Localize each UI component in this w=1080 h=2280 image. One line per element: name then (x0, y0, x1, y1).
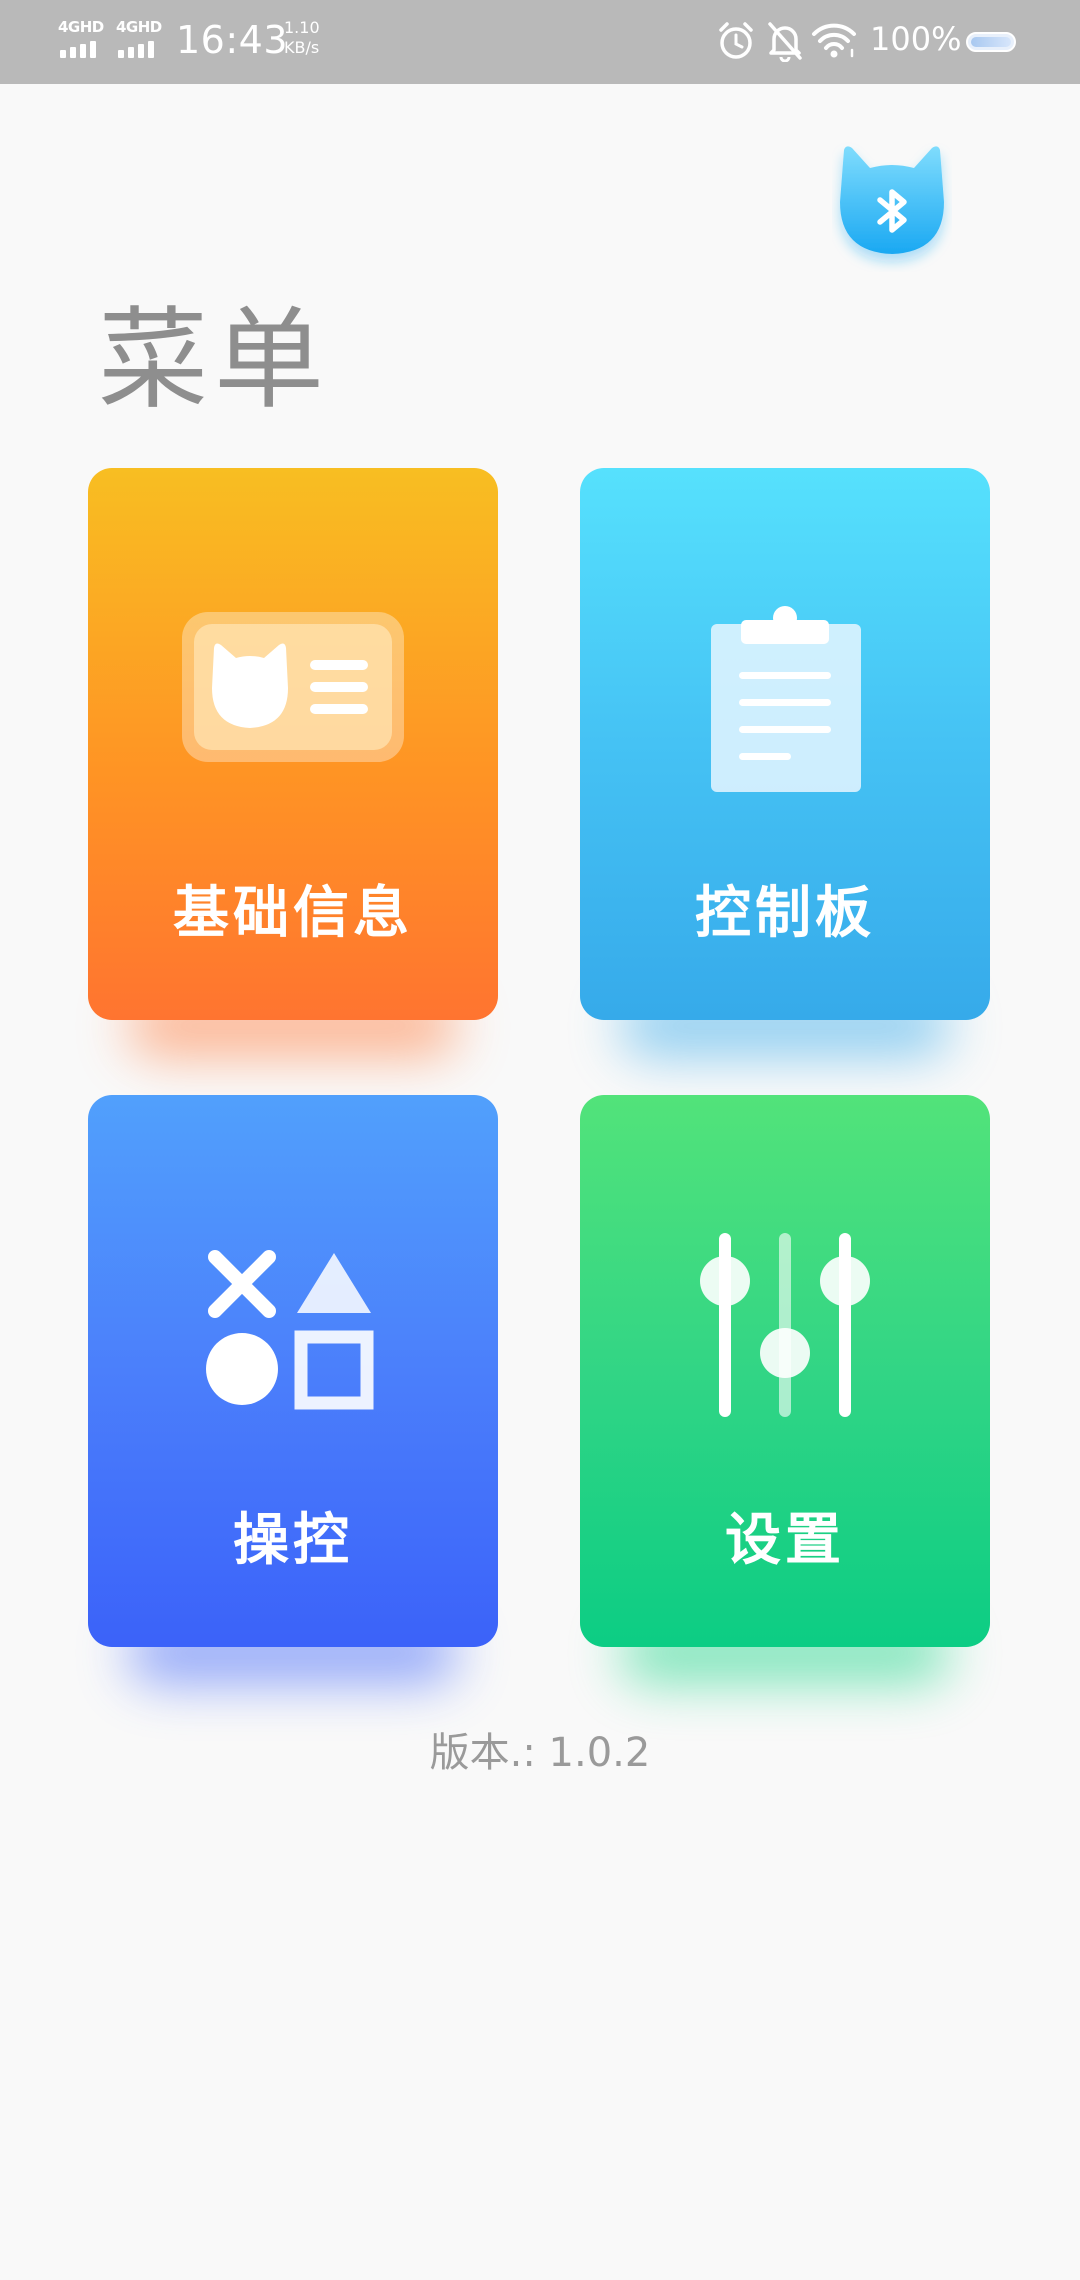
alarm-icon (719, 22, 753, 59)
id-card-icon (88, 608, 498, 788)
gamepad-shapes-icon (88, 1245, 498, 1425)
status-bar: 4GHD 4GHD 16:43 1.10 KB/s 100% (0, 0, 1080, 84)
card-label: 基础信息 (173, 881, 413, 946)
battery-percent: 100% (870, 20, 962, 58)
clipboard-icon (580, 598, 990, 792)
network-type: 4GHD (58, 18, 104, 36)
bell-muted-icon (768, 22, 802, 62)
page-title: 菜单 (98, 296, 330, 424)
basic-info-card[interactable]: 基础信息 (88, 468, 498, 1056)
version-text: 版本.: 1.0.2 (429, 1730, 651, 1776)
speed-value: 1.10 (284, 18, 320, 37)
network-speed: 1.10 KB/s (284, 18, 320, 58)
battery-icon (966, 32, 1016, 52)
card-label: 设置 (725, 1508, 845, 1573)
card-label: 控制板 (695, 881, 875, 946)
control-board-card[interactable]: 控制板 (580, 468, 990, 1056)
bluetooth-cat-icon (840, 146, 944, 254)
signal-icon: 4GHD (58, 16, 106, 60)
clock: 16:43 (176, 18, 289, 62)
signal-icon: 4GHD (116, 16, 164, 60)
sliders-icon (580, 1225, 990, 1417)
menu-screen: 4GHD 4GHD 16:43 1.10 KB/s 100% 菜单 基础信息 控… (0, 0, 1080, 2280)
network-type: 4GHD (116, 18, 162, 36)
control-card[interactable]: 操控 (88, 1095, 498, 1683)
card-label: 操控 (233, 1508, 353, 1573)
settings-card[interactable]: 设置 (580, 1095, 990, 1683)
bluetooth-button[interactable] (832, 142, 952, 272)
speed-unit: KB/s (284, 38, 320, 57)
wifi-icon (812, 23, 856, 58)
